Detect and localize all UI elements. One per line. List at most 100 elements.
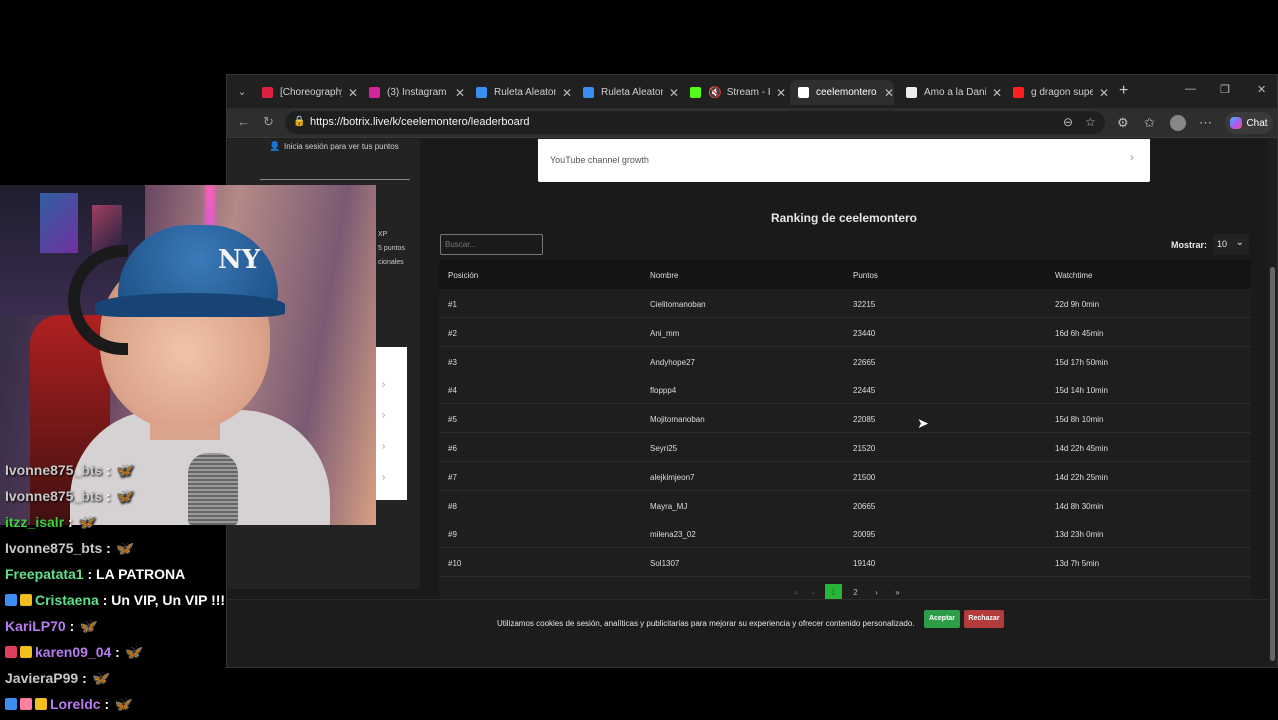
extensions-icon[interactable]: ⚙ [1117,115,1129,131]
leaderboard-table: Posición Nombre Puntos Watchtime #1 Cieli… [439,260,1251,608]
chevron-right-icon[interactable]: › [382,379,385,390]
chat-text: : [102,488,115,504]
table-row[interactable]: #1 Cielitomanoban 32215 22d 9h 0min [439,289,1251,318]
tab-label: Ruleta Aleatoria [494,87,556,98]
table-row[interactable]: #4 floppp4 22445 15d 14h 10min [439,375,1251,405]
chat-username: Ivonne875_bts [5,462,103,478]
sidebar-card: › › › › [376,347,407,500]
table-row[interactable]: #3 Andyhope27 22665 15d 17h 50min [439,346,1251,376]
browser-tab[interactable]: ceelemontero ✕ [790,80,894,105]
butterfly-emote-icon: 🦋 [114,462,133,478]
url-field[interactable]: 🔒 https://botrix.live/k/ceelemontero/lea… [285,111,1105,134]
chat-badge-icon [5,594,17,606]
tab-list-dropdown-icon[interactable]: ⌄ [233,83,251,101]
chat-username: itzz_isalr [5,514,65,530]
table-row[interactable]: #6 Seyri25 21520 14d 22h 45min [439,433,1251,462]
chat-badge-icon [35,698,47,710]
zoom-icon[interactable]: ⊖ [1063,115,1073,129]
browser-tab[interactable]: Amo a la Danie ✕ [898,80,1002,105]
tab-favicon-icon [1013,87,1024,98]
tab-close-icon[interactable]: ✕ [992,86,1002,100]
scroll-thumb[interactable] [1270,267,1275,661]
table-row[interactable]: #7 alejkimjeon7 21500 14d 22h 25min [439,461,1251,491]
tab-close-icon[interactable]: ✕ [455,86,465,100]
chat-text: : [64,514,77,530]
chat-badge-icon [5,646,17,658]
table-row[interactable]: #5 Mojitomanoban 22085 15d 8h 10min [439,404,1251,434]
browser-tab[interactable]: Ruleta Aleatoria ✕ [575,80,679,105]
tab-close-icon[interactable]: ✕ [884,86,894,100]
cell-name: Sol1307 [650,559,680,569]
chat-badge-icon [5,698,17,710]
cell-position: #8 [448,501,457,511]
cell-position: #2 [448,328,457,338]
cell-points: 22445 [853,386,876,396]
youtube-growth-card[interactable]: YouTube channel growth › [538,139,1150,182]
table-row[interactable]: #10 Sol1307 19140 13d 7h 5min [439,548,1251,578]
more-menu-icon[interactable]: ⋯ [1199,115,1212,131]
tab-favicon-icon [906,87,917,98]
table-row[interactable]: #9 milena23_02 20095 13d 23h 0min [439,519,1251,549]
reject-cookies-button[interactable]: Rechazar [964,610,1004,628]
close-window-icon[interactable]: ✕ [1257,83,1266,96]
cell-position: #6 [448,444,457,453]
chat-username: karen09_04 [35,644,112,660]
minimize-icon[interactable]: — [1185,83,1196,95]
tab-label: [Choreography [280,87,342,98]
search-input[interactable] [440,234,543,255]
show-label: Mostrar: [1171,240,1208,250]
back-button[interactable]: ← [237,114,250,129]
tab-bar: ⌄ [Choreography ✕ (3) Instagram - ✕ Ruleta A… [227,75,1277,108]
chat-username: Freepatata1 [5,566,84,582]
restore-icon[interactable]: ❐ [1220,83,1230,96]
url-text: https://botrix.live/k/ceelemontero/leade… [310,116,530,128]
new-tab-button[interactable]: + [1119,82,1128,100]
column-header-position: Posición [448,271,479,280]
page-scrollbar[interactable] [1269,143,1275,665]
browser-tab[interactable]: [Choreography ✕ [254,80,358,105]
copilot-chat-button[interactable]: Chat [1225,112,1273,134]
favorites-icon[interactable]: ✩ [1144,115,1155,131]
profile-avatar[interactable] [1170,115,1186,131]
tab-favicon-icon [476,87,487,98]
cell-position: #5 [448,415,457,425]
cell-points: 22085 [853,415,876,425]
chat-message: Cristaena : Un VIP, Un VIP !!! [5,592,225,614]
chat-text: : [65,618,79,634]
ranking-title: Ranking de ceelemontero [770,211,918,225]
cell-watchtime: 15d 8h 10min [1055,415,1104,425]
cell-name: floppp4 [650,386,677,396]
tab-close-icon[interactable]: ✕ [348,86,358,100]
cell-position: #9 [448,530,457,540]
cell-points: 23440 [853,328,876,338]
browser-tab[interactable]: (3) Instagram - ✕ [361,80,465,105]
browser-tab[interactable]: g dragon super ✕ [1005,80,1109,105]
browser-tab[interactable]: Ruleta Aleatoria ✕ [468,80,572,105]
tab-close-icon[interactable]: ✕ [776,86,786,100]
butterfly-emote-icon: 🦋 [76,514,95,530]
reload-button[interactable]: ↻ [263,114,274,130]
chevron-right-icon[interactable]: › [382,472,385,483]
cap-logo: NY [218,245,261,275]
youtube-growth-label: YouTube channel growth [550,155,649,165]
favorite-star-icon[interactable]: ☆ [1085,115,1096,129]
tab-close-icon[interactable]: ✕ [669,86,679,100]
tab-close-icon[interactable]: ✕ [1099,86,1109,100]
login-hint[interactable]: Inicia sesión para ver tus puntos [284,142,399,151]
chevron-down-icon: ⌄ [1235,237,1244,248]
chevron-right-icon[interactable]: › [382,410,385,421]
copilot-icon [1230,117,1243,129]
sidebar-partial-text: cionales [378,259,404,266]
accept-cookies-button[interactable]: Aceptar [924,610,960,628]
table-row[interactable]: #2 Ani_mm 23440 16d 6h 45min [439,317,1251,347]
muted-icon[interactable]: 🔇 [708,86,722,99]
browser-tab[interactable]: 🔇 Stream - K ✕ [682,80,786,105]
site-info-icon[interactable]: 🔒 [293,116,305,127]
cell-name: Mayra_MJ [650,501,688,511]
butterfly-emote-icon: 🦋 [113,696,131,712]
show-count-select[interactable]: 10 ⌄ [1213,234,1249,255]
chevron-right-icon[interactable]: › [382,441,385,452]
chat-message: Ivonne875_bts : 🦋 [5,462,132,484]
tab-close-icon[interactable]: ✕ [562,86,572,100]
table-row[interactable]: #8 Mayra_MJ 20665 14d 8h 30min [439,490,1251,520]
